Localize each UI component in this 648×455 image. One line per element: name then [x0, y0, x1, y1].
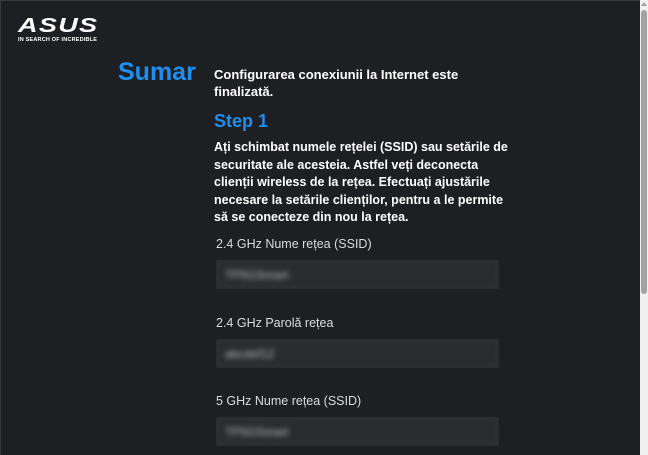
scrollbar-thumb[interactable] [641, 10, 647, 294]
ssid-24-label: 2.4 GHz Nume rețea (SSID) [216, 237, 372, 251]
password-24-field-wrap [216, 339, 499, 368]
ssid-24-input[interactable] [216, 260, 499, 289]
step-title: Step 1 [214, 111, 269, 131]
ssid-24-field-wrap [216, 260, 499, 289]
router-setup-window: ASUS IN SEARCH OF INCREDIBLE Sumar Confi… [0, 0, 640, 455]
asus-logo-mark: ASUS [18, 15, 99, 37]
summary-message: Configurarea conexiunii la Internet este… [214, 67, 459, 99]
password-24-label: 2.4 GHz Parolă rețea [216, 316, 334, 330]
password-24-input[interactable] [216, 339, 499, 368]
vertical-scrollbar[interactable] [640, 0, 648, 455]
scroll-up-arrow-icon[interactable] [641, 2, 647, 6]
asus-logo-tagline: IN SEARCH OF INCREDIBLE [18, 37, 98, 43]
step-description: Ați schimbat numele rețelei (SSID) sau s… [214, 140, 508, 224]
asus-logo: ASUS IN SEARCH OF INCREDIBLE [18, 16, 98, 43]
ssid-5-field-wrap [216, 417, 499, 446]
ssid-5-input[interactable] [216, 417, 499, 446]
page-title: Sumar [118, 58, 196, 86]
ssid-5-label: 5 GHz Nume rețea (SSID) [216, 394, 362, 408]
